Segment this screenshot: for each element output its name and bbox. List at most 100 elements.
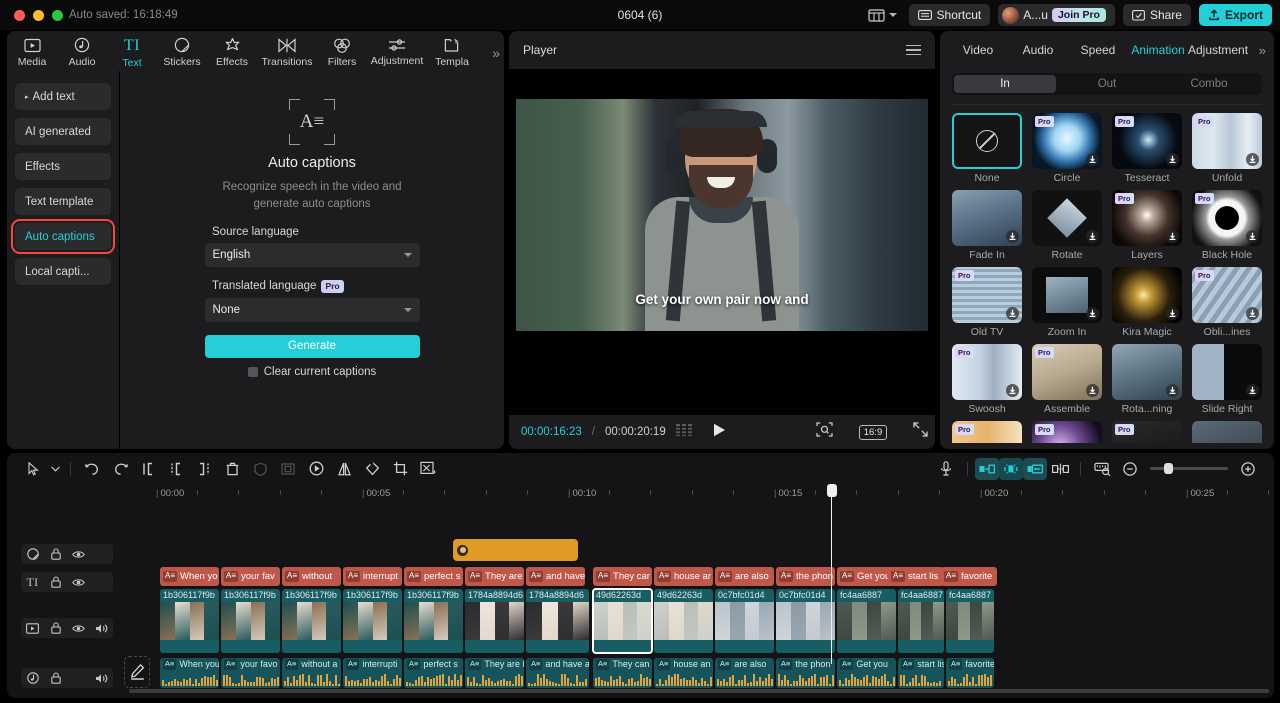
download-icon[interactable] bbox=[1006, 384, 1019, 397]
video-clip[interactable]: 0c7bfc01d4 bbox=[715, 589, 774, 653]
tab-adjustment[interactable]: Adjustment bbox=[1188, 43, 1248, 57]
layout-button[interactable] bbox=[864, 7, 901, 24]
text-clip[interactable]: A≡are also bbox=[715, 567, 774, 586]
aspect-ratio-button[interactable]: 16:9 bbox=[859, 425, 888, 440]
video-clip[interactable]: fc4aa6887 bbox=[837, 589, 896, 653]
animation-item[interactable]: ProLayers bbox=[1112, 190, 1182, 261]
audio-clip[interactable]: A≡interrupti bbox=[343, 658, 402, 688]
text-clip[interactable]: A≡without bbox=[282, 567, 341, 586]
zoom-slider-handle[interactable] bbox=[1164, 463, 1173, 474]
animation-item[interactable]: None bbox=[952, 113, 1022, 184]
playhead[interactable] bbox=[831, 484, 832, 664]
animation-thumbnail[interactable]: Pro bbox=[952, 344, 1022, 400]
audio-clip[interactable]: A≡start lis bbox=[898, 658, 944, 688]
audio-track-icon[interactable] bbox=[23, 672, 43, 684]
audio-clip[interactable]: A≡Get you bbox=[837, 658, 896, 688]
speaker-icon[interactable] bbox=[92, 623, 112, 634]
speaker-icon[interactable] bbox=[92, 673, 112, 684]
text-clip[interactable]: A≡the phon bbox=[776, 567, 835, 586]
clear-captions-row[interactable]: Clear current captions bbox=[248, 366, 377, 378]
share-button[interactable]: Share bbox=[1123, 4, 1191, 26]
tab-video[interactable]: Video bbox=[948, 43, 1008, 57]
download-icon[interactable] bbox=[1246, 307, 1259, 320]
video-clip[interactable]: 1b306117f9b bbox=[282, 589, 341, 653]
measure-icon[interactable] bbox=[1088, 458, 1116, 480]
audio-clip[interactable]: A≡your favo bbox=[221, 658, 280, 688]
link-icon[interactable] bbox=[1047, 458, 1073, 480]
eye-icon[interactable] bbox=[69, 624, 89, 633]
delete-icon[interactable] bbox=[218, 458, 246, 480]
window-controls[interactable] bbox=[14, 10, 63, 21]
tool-tab-effects[interactable]: Effects bbox=[207, 34, 257, 68]
download-icon[interactable] bbox=[1246, 384, 1259, 397]
source-language-select[interactable]: English bbox=[205, 243, 420, 267]
tool-tab-text[interactable]: TI Text bbox=[107, 34, 157, 69]
animation-item[interactable]: Kira Magic bbox=[1112, 267, 1182, 338]
audio-clip[interactable]: A≡without a bbox=[282, 658, 341, 688]
timeline-ruler[interactable]: |00:00|00:05|00:10|00:15|00:20|00:25 bbox=[152, 484, 1274, 506]
translated-language-select[interactable]: None bbox=[205, 298, 420, 322]
text-clip[interactable]: A≡house ar bbox=[654, 567, 713, 586]
sticker-clip[interactable] bbox=[453, 539, 578, 561]
tab-speed[interactable]: Speed bbox=[1068, 43, 1128, 57]
clear-captions-checkbox[interactable] bbox=[248, 367, 258, 377]
animation-item[interactable]: Fade In bbox=[952, 190, 1022, 261]
animation-thumbnail[interactable] bbox=[1032, 190, 1102, 246]
right-tabs-more-button[interactable]: » bbox=[1248, 43, 1266, 58]
tool-tab-media[interactable]: Media bbox=[7, 35, 57, 68]
animation-item[interactable]: Rotate bbox=[1032, 190, 1102, 261]
tool-tabs-more-button[interactable]: » bbox=[492, 45, 500, 61]
download-icon[interactable] bbox=[1086, 307, 1099, 320]
track-header-audio[interactable] bbox=[21, 668, 113, 688]
edit-pencil-button[interactable] bbox=[124, 656, 150, 688]
sidebar-item-ai-generated[interactable]: AI generated bbox=[15, 118, 111, 145]
download-icon[interactable] bbox=[1166, 153, 1179, 166]
tab-animation[interactable]: Animation bbox=[1128, 43, 1188, 57]
video-clip[interactable]: 1b306117f9b bbox=[160, 589, 219, 653]
animation-thumbnail[interactable]: Pro bbox=[1192, 113, 1262, 169]
animation-item[interactable]: ProBlack Hole bbox=[1192, 190, 1262, 261]
text-clip[interactable]: A≡favorite bbox=[941, 567, 997, 586]
text-track-icon[interactable]: TI bbox=[23, 575, 43, 590]
fullscreen-icon[interactable] bbox=[913, 422, 928, 442]
animation-thumbnail[interactable] bbox=[952, 113, 1022, 169]
zoom-slider[interactable] bbox=[1150, 467, 1228, 470]
sidebar-item-auto-captions[interactable]: Auto captions bbox=[15, 223, 111, 250]
animation-item[interactable]: ProTesseract bbox=[1112, 113, 1182, 184]
audio-clip[interactable]: A≡perfect s bbox=[404, 658, 463, 688]
video-clip[interactable]: 1784a8894d6 bbox=[526, 589, 589, 653]
animation-thumbnail[interactable]: Pro bbox=[1112, 190, 1182, 246]
redo-icon[interactable] bbox=[106, 458, 134, 480]
animation-item[interactable]: Zoom In bbox=[1032, 267, 1102, 338]
video-clip[interactable]: fc4aa6887 bbox=[898, 589, 944, 653]
lock-icon[interactable] bbox=[46, 672, 66, 684]
shortcut-button[interactable]: Shortcut bbox=[909, 4, 991, 26]
crop-icon[interactable] bbox=[386, 458, 414, 480]
animation-thumbnail[interactable]: Pro bbox=[952, 267, 1022, 323]
animation-item[interactable]: Rota...ning bbox=[1112, 344, 1182, 415]
lock-icon[interactable] bbox=[46, 576, 66, 588]
audio-clip[interactable]: A≡house an bbox=[654, 658, 713, 688]
video-clip[interactable]: 1b306117f9b bbox=[343, 589, 402, 653]
animation-thumbnail[interactable] bbox=[1192, 344, 1262, 400]
text-clip[interactable]: A≡interrupt bbox=[343, 567, 402, 586]
download-icon[interactable] bbox=[1086, 384, 1099, 397]
animation-thumbnail[interactable]: Pro bbox=[1032, 344, 1102, 400]
segment-out[interactable]: Out bbox=[1056, 75, 1158, 93]
audio-clip[interactable]: A≡favorite bbox=[946, 658, 994, 688]
text-clip[interactable]: A≡and have a bbox=[526, 567, 585, 586]
download-icon[interactable] bbox=[1166, 307, 1179, 320]
audio-clip[interactable]: A≡They can bbox=[593, 658, 652, 688]
track-header-sticker[interactable] bbox=[21, 544, 113, 564]
animation-thumbnail[interactable]: Pro bbox=[1192, 190, 1262, 246]
zoom-out-icon[interactable] bbox=[1116, 458, 1144, 480]
sidebar-item-local-captions[interactable]: Local capti... bbox=[15, 258, 111, 285]
segment-in[interactable]: In bbox=[954, 75, 1056, 93]
animation-item[interactable]: Slide Right bbox=[1192, 344, 1262, 415]
animation-thumbnail[interactable] bbox=[1032, 267, 1102, 323]
audio-clip[interactable]: A≡are also bbox=[715, 658, 774, 688]
audio-clip[interactable]: A≡the phon bbox=[776, 658, 835, 688]
clip-mid-icon[interactable] bbox=[999, 458, 1023, 480]
close-button[interactable] bbox=[14, 10, 25, 21]
sticker-track-icon[interactable] bbox=[23, 548, 43, 560]
